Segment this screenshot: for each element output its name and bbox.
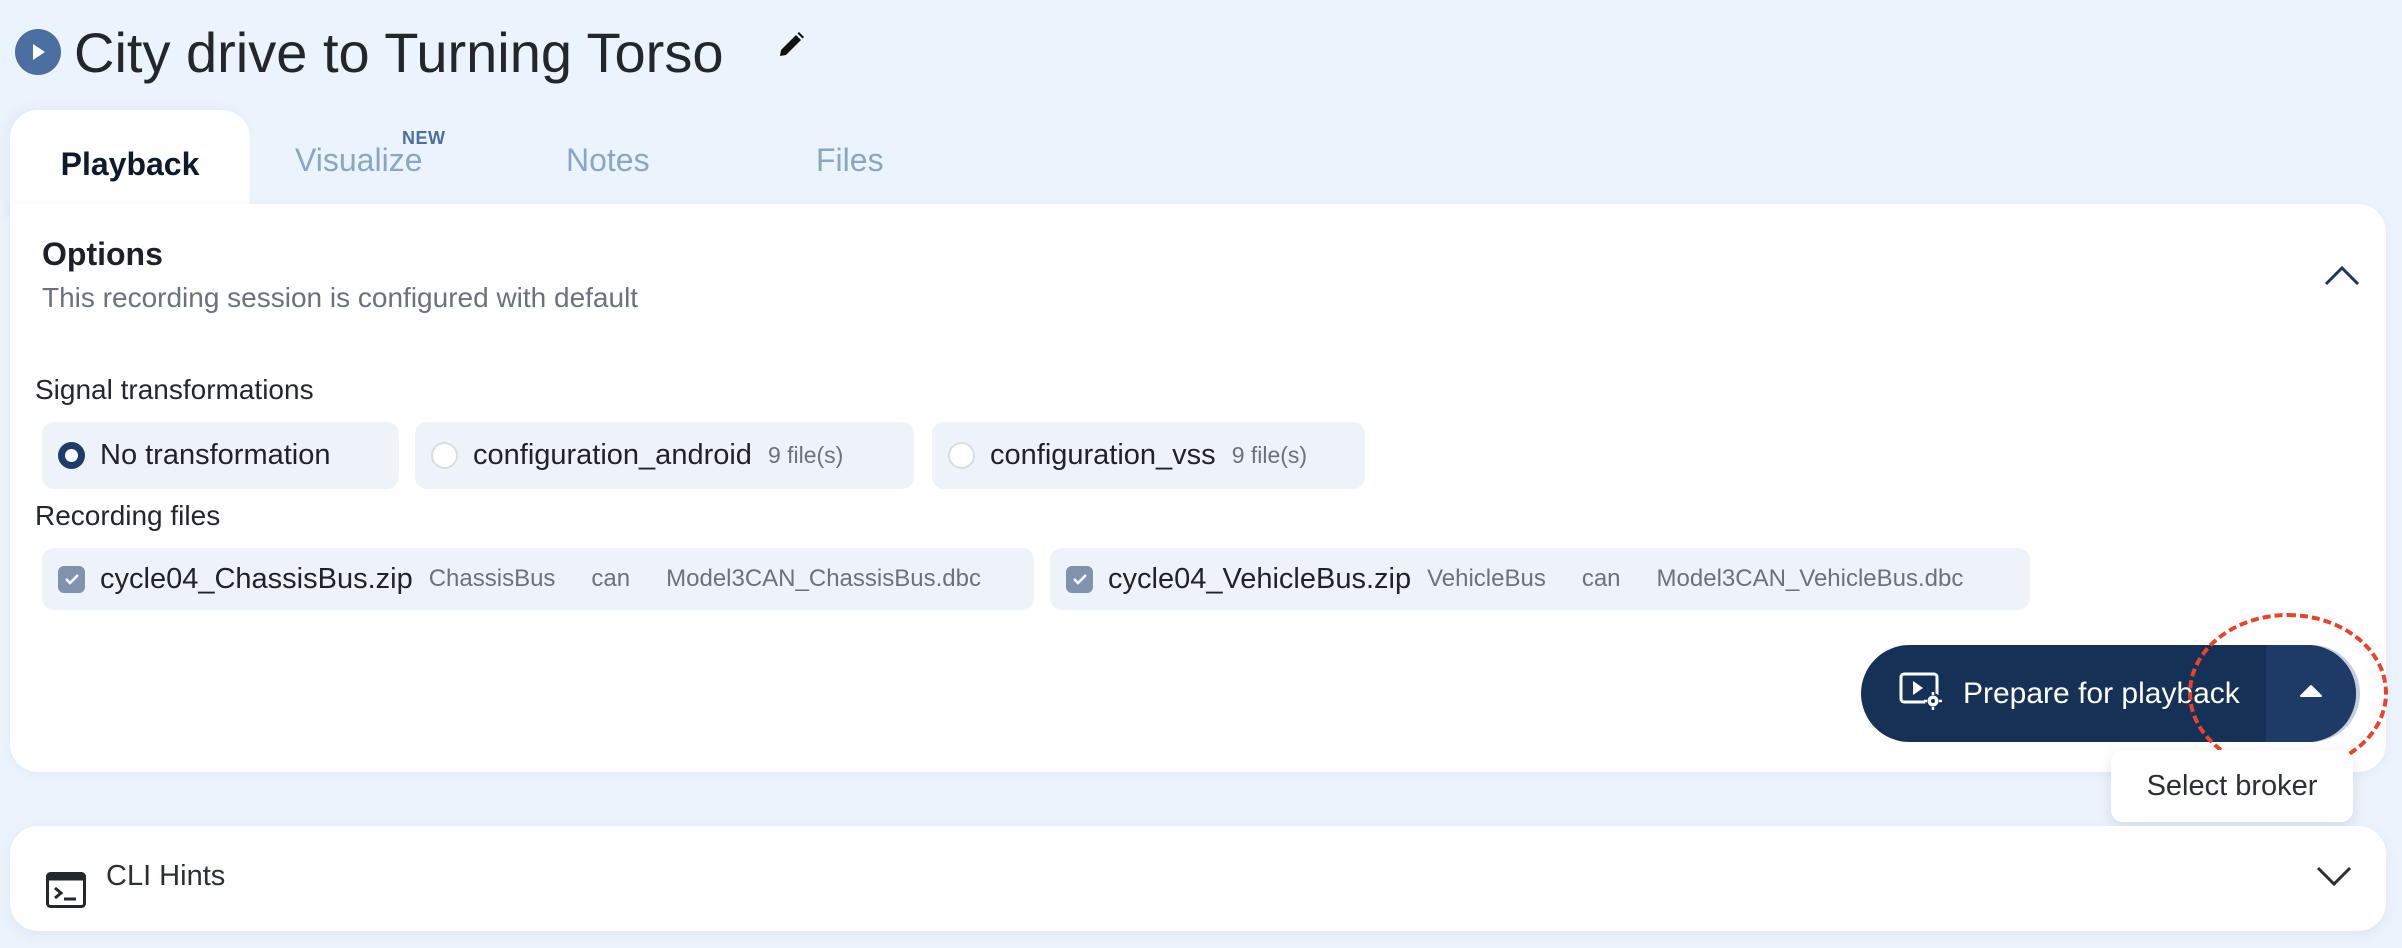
transformation-option-none[interactable]: No transformation xyxy=(42,422,399,489)
page-title: City drive to Turning Torso xyxy=(74,21,724,84)
file-count: 9 file(s) xyxy=(767,442,844,468)
file-type: can xyxy=(1581,565,1621,592)
option-label: configuration_vss xyxy=(990,439,1216,471)
tab-files[interactable]: Files xyxy=(816,140,884,180)
prepare-playback-button[interactable]: Prepare for playback xyxy=(1861,645,2266,742)
recording-file-vehicle[interactable]: cycle04_VehicleBus.zip VehicleBus can Mo… xyxy=(1050,548,2030,610)
file-database: Model3CAN_ChassisBus.dbc xyxy=(666,565,981,592)
cli-hints-panel[interactable] xyxy=(10,826,2386,931)
play-circle-icon xyxy=(15,29,61,75)
checkbox-checked[interactable] xyxy=(58,565,85,593)
file-name: cycle04_ChassisBus.zip xyxy=(100,562,413,595)
option-label: configuration_android xyxy=(473,439,752,471)
caret-up-icon xyxy=(2299,684,2323,703)
option-label: No transformation xyxy=(100,439,331,471)
file-type: can xyxy=(591,565,631,592)
options-title: Options xyxy=(42,236,163,272)
file-name: cycle04_VehicleBus.zip xyxy=(1108,562,1412,595)
prepare-playback-split-button: Prepare for playback xyxy=(1861,645,2356,742)
radio-selected[interactable] xyxy=(58,442,85,469)
recording-file-chassis[interactable]: cycle04_ChassisBus.zip ChassisBus can Mo… xyxy=(42,548,1034,610)
file-count: 9 file(s) xyxy=(1231,442,1308,468)
radio-unselected[interactable] xyxy=(948,442,975,469)
select-broker-tooltip: Select broker xyxy=(2111,750,2353,822)
video-settings-icon xyxy=(1899,672,1943,715)
new-badge: NEW xyxy=(402,128,446,148)
radio-unselected[interactable] xyxy=(431,442,458,469)
transformation-option-vss[interactable]: configuration_vss 9 file(s) xyxy=(932,422,1365,489)
prepare-playback-label: Prepare for playback xyxy=(1963,676,2240,710)
file-database: Model3CAN_VehicleBus.dbc xyxy=(1656,565,1964,592)
file-namespace: VehicleBus xyxy=(1427,565,1546,592)
chevron-up-icon[interactable] xyxy=(2322,260,2362,290)
pencil-icon[interactable] xyxy=(776,30,806,60)
file-namespace: ChassisBus xyxy=(428,565,556,592)
tab-notes[interactable]: Notes xyxy=(566,140,650,180)
chevron-down-icon[interactable] xyxy=(2314,860,2354,890)
transformation-option-android[interactable]: configuration_android 9 file(s) xyxy=(415,422,914,489)
recording-files-label: Recording files xyxy=(35,500,221,531)
tab-playback-label: Playback xyxy=(60,146,200,182)
terminal-icon xyxy=(46,872,86,908)
cli-hints-label: CLI Hints xyxy=(106,860,226,892)
signal-transformations-label: Signal transformations xyxy=(35,374,314,405)
checkbox-checked[interactable] xyxy=(1066,565,1093,593)
options-subtitle: This recording session is configured wit… xyxy=(42,282,639,313)
